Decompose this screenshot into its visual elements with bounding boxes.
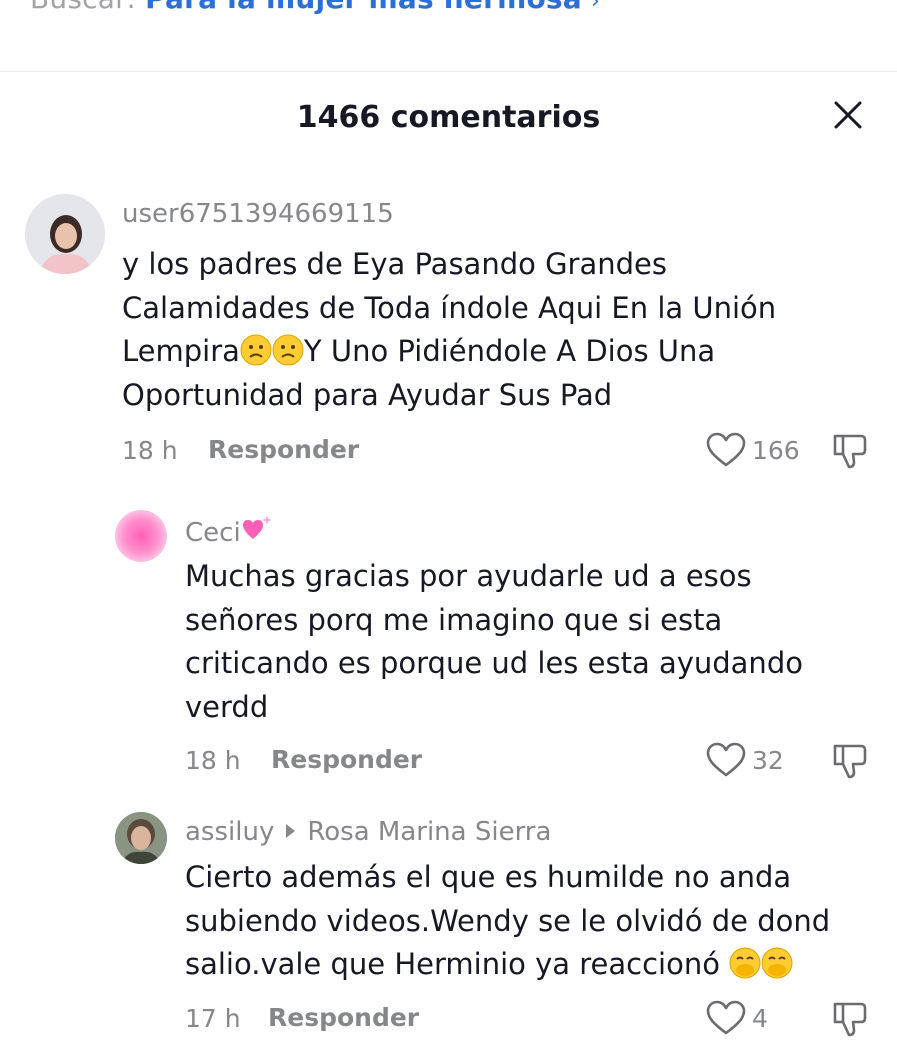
- close-button[interactable]: [826, 93, 870, 137]
- reply-arrow-icon: [286, 824, 296, 838]
- like-button[interactable]: 166: [706, 432, 800, 468]
- like-button[interactable]: 4: [706, 1000, 768, 1036]
- like-count: 166: [752, 435, 800, 465]
- thumbs-down-icon: [833, 744, 867, 779]
- like-count: 4: [752, 1003, 768, 1033]
- search-prefix: Buscar:: [30, 0, 136, 15]
- reply-button[interactable]: Responder: [208, 435, 359, 464]
- reply-button[interactable]: Responder: [271, 745, 422, 774]
- comments-count-title: 1466 comentarios: [296, 100, 601, 135]
- comment-line: y los padres de Eya Pasando Grandes: [122, 247, 667, 281]
- heart-icon: [706, 742, 746, 777]
- comment-username[interactable]: user6751394669115: [122, 199, 394, 229]
- avatar-photo: [25, 194, 105, 274]
- comment-line: Calamidades de Toda índole Aqui En la Un…: [122, 290, 777, 325]
- sparkling-heart-emoji: [242, 515, 272, 539]
- comment-line: verdd: [185, 689, 269, 724]
- username-text: Ceci: [185, 518, 241, 548]
- comment-time: 18 h: [122, 436, 178, 465]
- comment-line-with-emoji: Lempira Y Uno Pidiéndole A Dios Una: [122, 330, 776, 374]
- frowning-face-emoji: [272, 334, 304, 366]
- comment-line: salio.vale que Herminio ya reaccionó: [185, 947, 720, 981]
- thumbs-down-icon: [833, 1002, 867, 1037]
- heart-icon: [706, 1000, 746, 1035]
- dislike-button[interactable]: [831, 742, 869, 784]
- like-button[interactable]: 32: [706, 742, 784, 778]
- face-with-hand-over-mouth-emoji: [729, 947, 761, 979]
- face-with-hand-over-mouth-emoji: [761, 947, 793, 979]
- avatar[interactable]: [115, 510, 167, 562]
- reply-button[interactable]: Responder: [268, 1003, 419, 1032]
- avatar-photo: [115, 812, 167, 864]
- dislike-button[interactable]: [831, 432, 869, 474]
- search-query-link[interactable]: Para la mujer más hermosa: [145, 0, 582, 15]
- comment-line: Y Uno Pidiéndole A Dios Una: [303, 334, 716, 368]
- thumbs-down-icon: [833, 434, 867, 469]
- comment-username[interactable]: assiluy Rosa Marina Sierra: [185, 817, 551, 847]
- dislike-button[interactable]: [831, 1000, 869, 1042]
- comment-line: subiendo videos.Wendy se le olvidó de do…: [185, 903, 831, 938]
- comment-username[interactable]: Ceci: [185, 513, 273, 548]
- comment-line: Muchas gracias por ayudarle ud a esos: [185, 559, 752, 593]
- comment-line: Oportunidad para Ayudar Sus Pad: [122, 377, 613, 412]
- comment-line: Lempira: [122, 334, 240, 368]
- like-count: 32: [752, 745, 784, 775]
- divider: [0, 71, 897, 72]
- comment-text: y los padres de Eya Pasando Grandes Cala…: [122, 243, 776, 417]
- username-text: assiluy: [185, 817, 275, 847]
- avatar[interactable]: [115, 812, 167, 864]
- comment-line: Cierto además el que es humilde no anda: [185, 860, 792, 894]
- comment-line: criticando es porque ud les esta ayudand…: [185, 646, 803, 680]
- close-icon: [834, 101, 862, 129]
- avatar[interactable]: [25, 194, 105, 274]
- frowning-face-emoji: [240, 334, 272, 366]
- comment-text: Cierto además el que es humilde no anda …: [185, 856, 830, 987]
- comment-time: 17 h: [185, 1004, 241, 1033]
- comment-line-with-emoji: salio.vale que Herminio ya reaccionó: [185, 943, 830, 987]
- chevron-right-icon: ›: [590, 0, 600, 14]
- comment-time: 18 h: [185, 746, 241, 775]
- reply-to-username[interactable]: Rosa Marina Sierra: [307, 817, 551, 847]
- search-bar[interactable]: Buscar: Para la mujer más hermosa ›: [30, 0, 600, 15]
- comment-line: señores porq me imagino que si esta: [185, 602, 723, 637]
- comment-text: Muchas gracias por ayudarle ud a esos se…: [185, 555, 803, 729]
- heart-icon: [706, 432, 746, 467]
